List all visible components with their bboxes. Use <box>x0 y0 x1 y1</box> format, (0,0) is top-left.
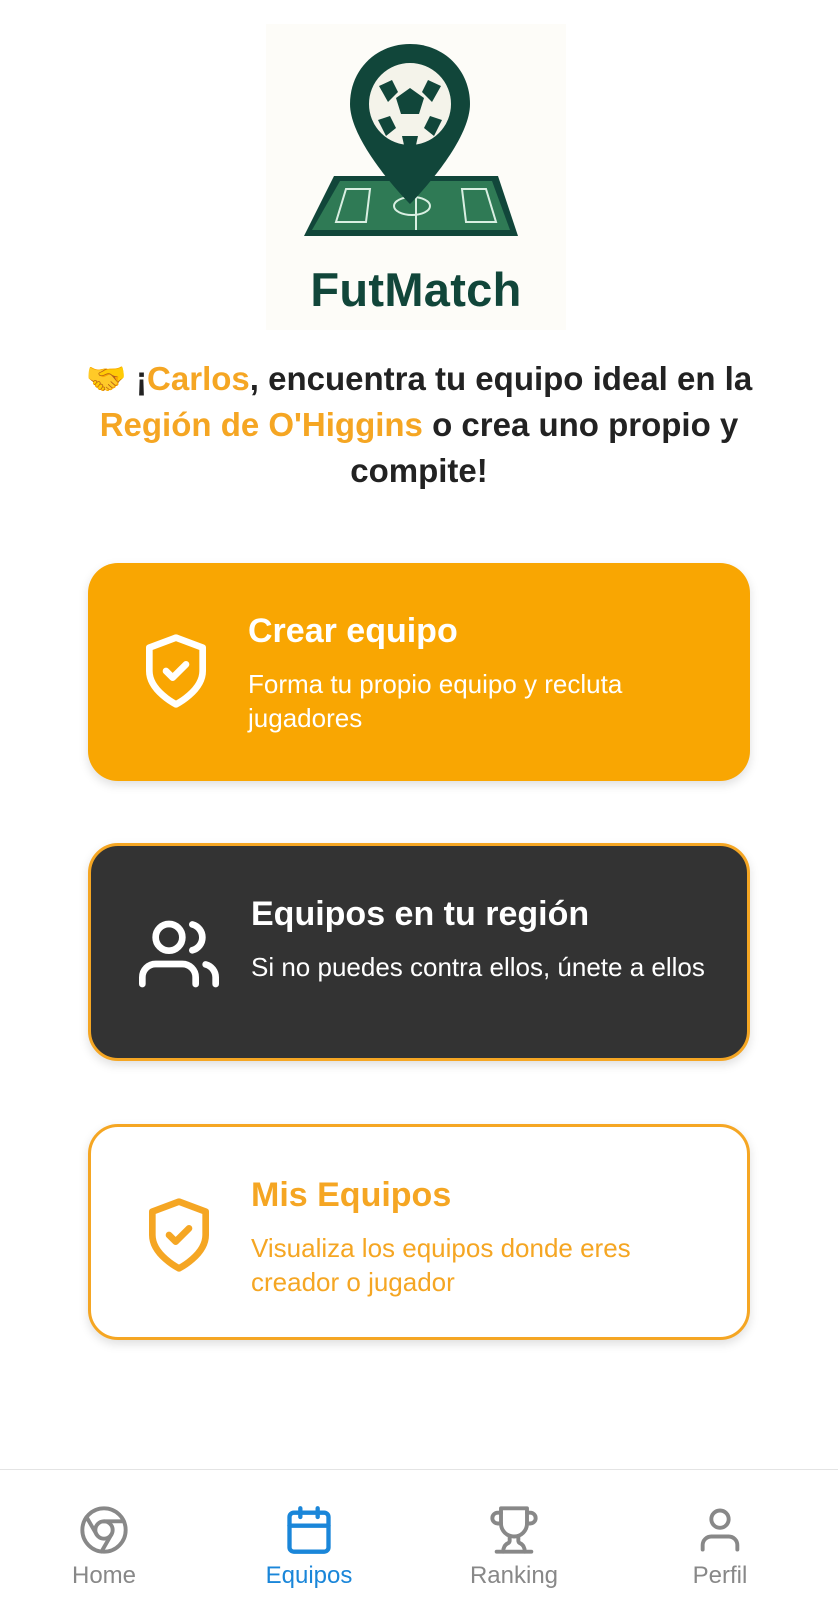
user-icon <box>700 1508 740 1552</box>
nav-label: Home <box>71 1562 137 1589</box>
calendar-icon <box>287 1506 331 1554</box>
chrome-icon <box>80 1506 128 1554</box>
card-title: Crear equipo <box>248 612 458 650</box>
card-description: Si no puedes contra ellos, únete a ellos <box>251 952 705 982</box>
brand-name: FutMatch <box>310 263 522 316</box>
nav-equipos[interactable]: Equipos <box>219 1504 399 1590</box>
bottom-nav: Home Equipos Ranking Perfil <box>0 1469 838 1601</box>
welcome-message: 🤝 ¡Carlos, encuentra tu equipo ideal en … <box>40 356 798 494</box>
nav-home[interactable]: Home <box>14 1504 194 1590</box>
nav-label: Ranking <box>469 1562 559 1589</box>
nav-ranking[interactable]: Ranking <box>424 1504 604 1590</box>
nav-label: Perfil <box>692 1562 748 1589</box>
handshake-icon: 🤝 <box>85 360 127 397</box>
greeting-text-2: , encuentra tu equipo ideal en la <box>249 360 753 397</box>
shield-check-icon <box>139 1195 219 1275</box>
region-name: Región de O'Higgins <box>99 406 423 443</box>
user-name: Carlos <box>147 360 250 397</box>
users-icon <box>139 914 220 994</box>
soccer-ball-map-pin-icon <box>304 44 518 236</box>
card-description: Forma tu propio equipo y recluta jugador… <box>248 669 623 733</box>
crear-equipo-card[interactable]: Crear equipo Forma tu propio equipo y re… <box>88 563 750 781</box>
shield-check-icon <box>136 631 216 711</box>
nav-label: Equipos <box>265 1562 353 1589</box>
nav-perfil[interactable]: Perfil <box>630 1504 810 1590</box>
card-title: Equipos en tu región <box>251 895 590 933</box>
greeting-text-1: ¡ <box>136 360 148 397</box>
card-description: Visualiza los equipos donde eres creador… <box>251 1233 631 1297</box>
equipos-region-card[interactable]: Equipos en tu región Si no puedes contra… <box>88 843 750 1061</box>
trophy-icon <box>490 1506 538 1554</box>
app-logo: FutMatch <box>266 24 566 330</box>
card-title: Mis Equipos <box>251 1176 452 1214</box>
mis-equipos-card[interactable]: Mis Equipos Visualiza los equipos donde … <box>88 1124 750 1340</box>
